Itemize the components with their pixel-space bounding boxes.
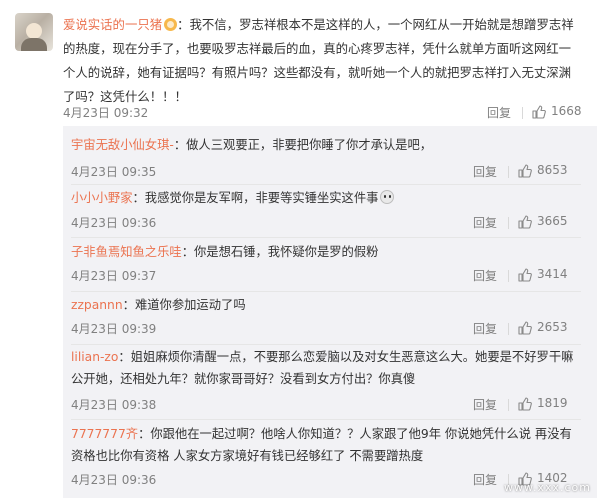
reply-item: 子非鱼焉知鱼之乐哇：你是想石锤，我怀疑你是罗的假粉 4月23日 09:37 回复… — [63, 237, 597, 292]
reply-username[interactable]: 子非鱼焉知鱼之乐哇 — [71, 245, 182, 259]
reply-actions: 回复 3665 — [471, 214, 591, 232]
reply-button[interactable]: 回复 — [473, 471, 497, 488]
reply-actions: 回复 2653 — [471, 320, 591, 338]
thumbs-up-icon — [518, 321, 532, 335]
avatar-face — [26, 23, 42, 39]
reply-time: 4月23日 09:38 — [71, 398, 157, 412]
reply-body: 7777777齐：你跟他在一起过啊？他啥人你知道？？人家跟了他9年 你说她凭什么… — [71, 423, 581, 467]
reply-item: 宇宙无敌小仙女琪-：做人三观要正，非要把你睡了你才承认是吧， 4月23日 09:… — [63, 126, 597, 185]
reply-item: 小小小野家：我感觉你是友军啊，非要等实锤坐实这件事 4月23日 09:36 回复… — [63, 184, 597, 238]
like-count: 3414 — [537, 267, 568, 281]
reply-time: 4月23日 09:37 — [71, 269, 157, 283]
main-comment-username[interactable]: 爱说实话的一只猪 — [63, 17, 162, 32]
reply-actions: 回复 8653 — [471, 163, 591, 181]
reply-username[interactable]: 小小小野家 — [71, 191, 133, 205]
like-count: 3665 — [537, 214, 568, 228]
thumbs-up-icon — [518, 268, 532, 282]
reply-time: 4月23日 09:35 — [71, 165, 157, 179]
reply-item: zzpannn：难道你参加运动了吗 4月23日 09:39 回复 2653 — [63, 291, 597, 345]
reply-text: ：你跟他在一起过啊？他啥人你知道？？人家跟了他9年 你说她凭什么说 再没有资格也… — [71, 427, 572, 463]
reply-actions: 回复 1819 — [471, 396, 591, 414]
reply-time: 4月23日 09:36 — [71, 216, 157, 230]
reply-username[interactable]: lilian-zo — [71, 350, 118, 364]
avatar[interactable] — [15, 13, 53, 51]
watermark: www.xxx.com — [504, 481, 591, 494]
avatar-body — [21, 38, 47, 51]
reply-username[interactable]: 7777777齐 — [71, 427, 138, 441]
main-comment: 爱说实话的一只猪 ：我不信，罗志祥根本不是这样的人，一个网红从一开始就是想蹭罗志祥… — [0, 0, 597, 126]
reply-text: ：你是想石锤，我怀疑你是罗的假粉 — [181, 245, 379, 259]
vip-badge-icon — [164, 18, 178, 31]
divider — [508, 270, 509, 282]
reply-text: ：做人三观要正，非要把你睡了你才承认是吧， — [173, 138, 433, 152]
thumbs-up-icon — [518, 215, 532, 229]
divider — [508, 166, 509, 178]
like-count: 8653 — [537, 163, 568, 177]
divider — [522, 107, 523, 119]
reply-actions: 回复 3414 — [471, 267, 591, 285]
reply-username[interactable]: 宇宙无敌小仙女琪- — [71, 138, 174, 152]
main-comment-body: 爱说实话的一只猪 ：我不信，罗志祥根本不是这样的人，一个网红从一开始就是想蹭罗志祥… — [63, 13, 583, 109]
reply-username[interactable]: zzpannn — [71, 298, 123, 312]
reply-body: 子非鱼焉知鱼之乐哇：你是想石锤，我怀疑你是罗的假粉 — [71, 241, 581, 263]
reply-button[interactable]: 回复 — [473, 214, 497, 231]
reply-button[interactable]: 回复 — [473, 163, 497, 180]
thumbs-up-icon — [532, 105, 546, 119]
divider — [508, 323, 509, 335]
reply-body: lilian-zo：姐姐麻烦你清醒一点，不要那么恋爱脑以及对女生恶意这么大。她要… — [71, 346, 581, 390]
reply-button[interactable]: 回复 — [473, 320, 497, 337]
divider — [508, 217, 509, 229]
reply-item: lilian-zo：姐姐麻烦你清醒一点，不要那么恋爱脑以及对女生恶意这么大。她要… — [63, 344, 597, 420]
sad-face-emoji-icon — [380, 190, 395, 204]
reply-button[interactable]: 回复 — [473, 267, 497, 284]
reply-body: 宇宙无敌小仙女琪-：做人三观要正，非要把你睡了你才承认是吧， — [71, 134, 581, 156]
main-comment-time: 4月23日 09:32 — [63, 106, 149, 120]
main-comment-actions: 回复 1668 — [485, 104, 585, 122]
reply-body: zzpannn：难道你参加运动了吗 — [71, 294, 581, 316]
like-count: 2653 — [537, 320, 568, 334]
reply-body: 小小小野家：我感觉你是友军啊，非要等实锤坐实这件事 — [71, 187, 581, 209]
reply-time: 4月23日 09:36 — [71, 473, 157, 487]
reply-time: 4月23日 09:39 — [71, 322, 157, 336]
reply-button[interactable]: 回复 — [473, 396, 497, 413]
reply-text: ：姐姐麻烦你清醒一点，不要那么恋爱脑以及对女生恶意这么大。她要是不好罗干嘛公开她… — [71, 350, 574, 386]
reply-button[interactable]: 回复 — [487, 104, 511, 121]
like-count: 1668 — [551, 104, 582, 118]
reply-text: ：难道你参加运动了吗 — [122, 298, 246, 312]
thumbs-up-icon — [518, 164, 532, 178]
thumbs-up-icon — [518, 397, 532, 411]
like-count: 1819 — [537, 396, 568, 410]
divider — [508, 399, 509, 411]
reply-text: ：我感觉你是友军啊，非要等实锤坐实这件事 — [132, 191, 379, 205]
reply-list: 宇宙无敌小仙女琪-：做人三观要正，非要把你睡了你才承认是吧， 4月23日 09:… — [63, 126, 597, 498]
